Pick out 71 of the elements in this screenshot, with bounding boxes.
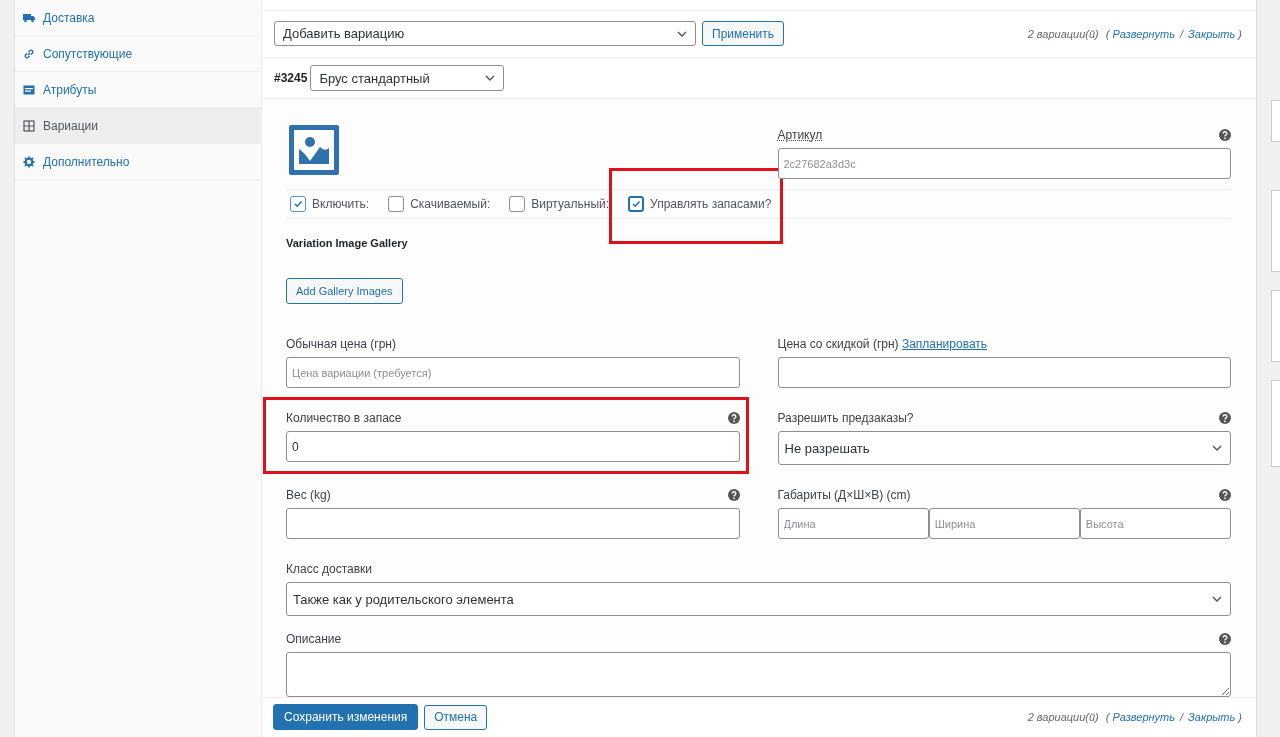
variation-count: 2 вариации(й)	[1027, 711, 1099, 724]
regular-price-label: Обычная цена (грн)	[286, 337, 396, 351]
check-icon	[293, 199, 303, 209]
save-button[interactable]: Сохранить изменения	[273, 704, 419, 731]
attribute-select[interactable]: Брус стандартный	[310, 65, 505, 92]
dimension-field[interactable]: Длина	[777, 508, 929, 539]
gear-icon	[23, 155, 35, 168]
description-label: Описание	[286, 632, 342, 646]
chevron-down-icon	[485, 75, 496, 82]
stock-quantity-field[interactable]: 0	[286, 431, 740, 462]
option-checkbox[interactable]: Управлять запасами?	[628, 196, 772, 212]
apply-button[interactable]: Применить	[702, 21, 784, 47]
backorders-select[interactable]: Не разрешать	[777, 431, 1231, 465]
checkbox[interactable]	[628, 196, 645, 212]
help-icon[interactable]	[727, 489, 740, 501]
sale-price-label: Цена со скидкой (грн) Запланировать	[777, 337, 988, 351]
schedule-link[interactable]: Запланировать	[901, 337, 988, 351]
separator: /	[1180, 711, 1184, 724]
sku-field[interactable]: 2c27682a3d3c	[777, 148, 1231, 179]
backorders-label: Разрешить предзаказы?	[777, 411, 914, 425]
chevron-down-icon	[677, 30, 687, 37]
image-placeholder-icon[interactable]	[289, 125, 339, 175]
sidebar-item[interactable]: Дополнительно	[15, 144, 261, 180]
help-icon[interactable]	[1219, 412, 1231, 424]
dimension-field[interactable]: Высота	[1079, 508, 1231, 539]
option-checkbox[interactable]: Включить:	[290, 196, 370, 212]
help-icon[interactable]	[1219, 633, 1231, 645]
separator: /	[1180, 27, 1184, 40]
bulk-action-select[interactable]: Добавить вариацию	[274, 21, 696, 47]
dimensions-label: Габариты (Д×Ш×В) (cm)	[777, 488, 911, 502]
paren: (	[1105, 27, 1110, 40]
close-link[interactable]: Закрыть	[1188, 711, 1236, 724]
regular-price-field[interactable]: Цена вариации (требуется)	[286, 357, 740, 388]
description-field[interactable]	[286, 652, 1231, 697]
dimension-field[interactable]: Ширина	[928, 508, 1080, 539]
sidebar-item[interactable]: Доставка	[15, 0, 261, 36]
sku-label: Артикул	[777, 128, 823, 142]
gallery-title: Variation Image Gallery	[286, 237, 409, 249]
checkbox[interactable]	[388, 196, 405, 212]
sale-price-field[interactable]	[777, 357, 1231, 388]
checkbox[interactable]	[290, 196, 306, 212]
checkbox[interactable]	[509, 196, 526, 212]
cancel-button[interactable]: Отмена	[424, 705, 488, 730]
sidebar-item[interactable]: Сопутствующие	[15, 36, 261, 72]
help-icon[interactable]	[1219, 129, 1231, 141]
add-gallery-images-button[interactable]: Add Gallery Images	[286, 278, 403, 304]
weight-label: Вес (kg)	[286, 488, 331, 502]
help-icon[interactable]	[727, 412, 740, 424]
stock-quantity-label: Количество в запасе	[286, 411, 402, 425]
paren: )	[1238, 27, 1242, 40]
variation-number: #3245	[274, 71, 308, 86]
grid-icon	[23, 119, 35, 132]
chevron-down-icon	[1212, 596, 1222, 602]
check-icon	[631, 199, 642, 209]
truck-icon	[23, 11, 35, 24]
link-icon	[23, 47, 35, 60]
paren: )	[1238, 711, 1242, 724]
option-checkbox[interactable]: Скачиваемый:	[388, 196, 491, 212]
list-card-icon	[23, 83, 35, 96]
shipping-class-select[interactable]: Также как у родительского элемента	[286, 582, 1231, 616]
close-link[interactable]: Закрыть	[1188, 27, 1236, 40]
help-icon[interactable]	[1219, 489, 1231, 501]
expand-link[interactable]: Развернуть	[1112, 711, 1176, 724]
expand-link[interactable]: Развернуть	[1112, 27, 1176, 40]
shipping-class-label: Класс доставки	[286, 562, 373, 576]
sidebar-item[interactable]: Вариации	[15, 108, 261, 144]
option-checkbox[interactable]: Виртуальный:	[509, 196, 610, 212]
chevron-down-icon	[1212, 445, 1222, 451]
weight-field[interactable]	[286, 508, 740, 539]
paren: (	[1105, 711, 1110, 724]
variation-count: 2 вариации(й)	[1027, 27, 1099, 40]
